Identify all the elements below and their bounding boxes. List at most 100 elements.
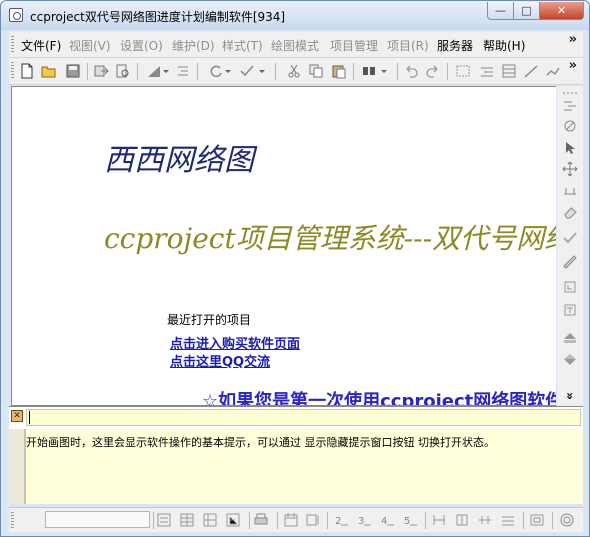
target-icon[interactable]: [559, 512, 575, 528]
pointer-icon[interactable]: [562, 140, 578, 156]
pen-node-icon[interactable]: [562, 118, 578, 134]
status-separator: [552, 512, 553, 529]
maximize-button[interactable]: □: [514, 2, 540, 20]
toolbar-separator: [447, 63, 448, 80]
toolbar-separator: [87, 63, 88, 80]
refresh-icon[interactable]: [208, 63, 224, 79]
copy-icon[interactable]: [308, 63, 324, 79]
app-icon[interactable]: [9, 8, 23, 22]
level-4-icon[interactable]: 4: [379, 512, 395, 528]
dropdown-icon[interactable]: [379, 63, 389, 79]
toolbar-grip[interactable]: [11, 62, 14, 79]
line-tool-icon[interactable]: [523, 63, 539, 79]
fit-screen-icon[interactable]: [529, 512, 545, 528]
menu-help[interactable]: 帮助(H): [483, 37, 525, 54]
main-toolbar: »: [9, 58, 583, 85]
view-list-icon[interactable]: [156, 512, 172, 528]
level-3-icon[interactable]: 3: [356, 512, 372, 528]
print-preview-icon[interactable]: [115, 63, 131, 79]
align-icon[interactable]: [479, 63, 495, 79]
move-icon[interactable]: [562, 161, 578, 177]
menu-file[interactable]: 文件(F): [21, 37, 61, 54]
toolbar-separator: [397, 63, 398, 80]
dropdown-icon[interactable]: [223, 63, 233, 79]
toolbar-separator: [197, 63, 198, 80]
undo-icon[interactable]: [403, 63, 419, 79]
status-separator: [277, 512, 278, 529]
title-bar[interactable]: ccproject双代号网络图进度计划编制软件[934] — □ ✕: [1, 1, 589, 30]
hint-panel: 开始画图时，这里会显示软件操作的基本提示，可以通过 显示隐藏提示窗口按钮 切换打…: [25, 429, 583, 504]
toolbar-overflow-chevron[interactable]: »: [569, 58, 577, 73]
svg-text:2: 2: [335, 516, 341, 527]
split-right-icon[interactable]: [454, 512, 470, 528]
qq-contact-link[interactable]: 点击这里QQ交流: [170, 351, 270, 370]
menu-view[interactable]: 视图(V): [69, 37, 111, 54]
status-grip[interactable]: [11, 512, 14, 529]
resize-icon[interactable]: [562, 279, 578, 295]
connector-icon[interactable]: [562, 182, 578, 198]
split-left-icon[interactable]: [431, 512, 447, 528]
ruler-icon[interactable]: [562, 254, 578, 270]
node-tool-icon[interactable]: [562, 98, 578, 114]
grid-icon[interactable]: [562, 89, 578, 97]
view-table-icon[interactable]: [179, 512, 195, 528]
svg-text:3: 3: [358, 516, 364, 527]
menu-grip[interactable]: [11, 36, 14, 53]
level-2-icon[interactable]: 2: [333, 512, 349, 528]
redo-icon[interactable]: [425, 63, 441, 79]
dropdown-icon[interactable]: [257, 63, 267, 79]
toolbar-separator: [137, 63, 138, 80]
table-icon[interactable]: [501, 63, 517, 79]
menu-project[interactable]: 项目(R): [387, 37, 429, 54]
check-icon[interactable]: [562, 230, 578, 246]
menu-settings[interactable]: 设置(O): [120, 37, 163, 54]
side-toolbar-scroll-chevron[interactable]: »: [562, 388, 578, 404]
buy-software-link[interactable]: 点击进入购买软件页面: [170, 333, 300, 352]
indent-icon[interactable]: [175, 63, 191, 79]
open-folder-icon[interactable]: [41, 63, 57, 79]
save-icon[interactable]: [65, 63, 81, 79]
draw-tool-icon[interactable]: [545, 63, 561, 79]
view-grid-icon[interactable]: [202, 512, 218, 528]
new-file-icon[interactable]: [19, 63, 35, 79]
check-tool-icon[interactable]: [239, 63, 255, 79]
cut-icon[interactable]: [286, 63, 302, 79]
export-icon[interactable]: [93, 63, 109, 79]
status-separator: [327, 512, 328, 529]
hint-input[interactable]: [26, 409, 581, 426]
status-field[interactable]: [45, 511, 150, 528]
eraser-icon[interactable]: [562, 204, 578, 220]
svg-text:4: 4: [381, 516, 387, 527]
recent-projects-label: 最近打开的项目: [167, 313, 252, 327]
paste-icon[interactable]: [331, 63, 347, 79]
menu-draw-mode[interactable]: 绘图模式: [271, 37, 319, 54]
triangle-icon[interactable]: [146, 63, 162, 79]
start-page-title: 西西网络图: [104, 143, 254, 178]
frame-icon[interactable]: [305, 512, 321, 528]
text-tool-icon[interactable]: [562, 302, 578, 318]
stack-icon[interactable]: [500, 512, 516, 528]
view-tree-icon[interactable]: [225, 512, 241, 528]
hint-close-button[interactable]: ✕: [11, 410, 23, 422]
menu-style[interactable]: 样式(T): [222, 37, 263, 54]
calendar-icon[interactable]: [283, 512, 299, 528]
menu-server[interactable]: 服务器: [437, 37, 473, 54]
distribute-icon[interactable]: [477, 512, 493, 528]
dropdown-icon[interactable]: [161, 63, 171, 79]
start-page-subtitle: ccproject项目管理系统---双代号网络图: [104, 222, 556, 255]
app-window: ccproject双代号网络图进度计划编制软件[934] — □ ✕ 文件(F)…: [0, 0, 590, 537]
menu-project-management[interactable]: 项目管理: [330, 37, 378, 54]
find-icon[interactable]: [361, 63, 377, 79]
link-icon[interactable]: [455, 63, 471, 79]
down-arrow-icon[interactable]: [562, 352, 578, 368]
menu-maintain[interactable]: 维护(D): [172, 37, 215, 54]
level-5-icon[interactable]: 5: [402, 512, 418, 528]
minimize-button[interactable]: —: [487, 2, 514, 20]
close-button[interactable]: ✕: [540, 2, 584, 20]
menu-overflow-chevron[interactable]: »: [569, 32, 577, 47]
first-use-welcome-link[interactable]: ☆如果您是第一次使用ccproject网络图软件: [202, 387, 556, 405]
start-page: 西西网络图 ccproject项目管理系统---双代号网络图 最近打开的项目 点…: [11, 86, 556, 406]
printer-icon[interactable]: [253, 512, 269, 528]
up-arrow-icon[interactable]: [562, 330, 578, 346]
toolbar-separator: [275, 63, 276, 80]
